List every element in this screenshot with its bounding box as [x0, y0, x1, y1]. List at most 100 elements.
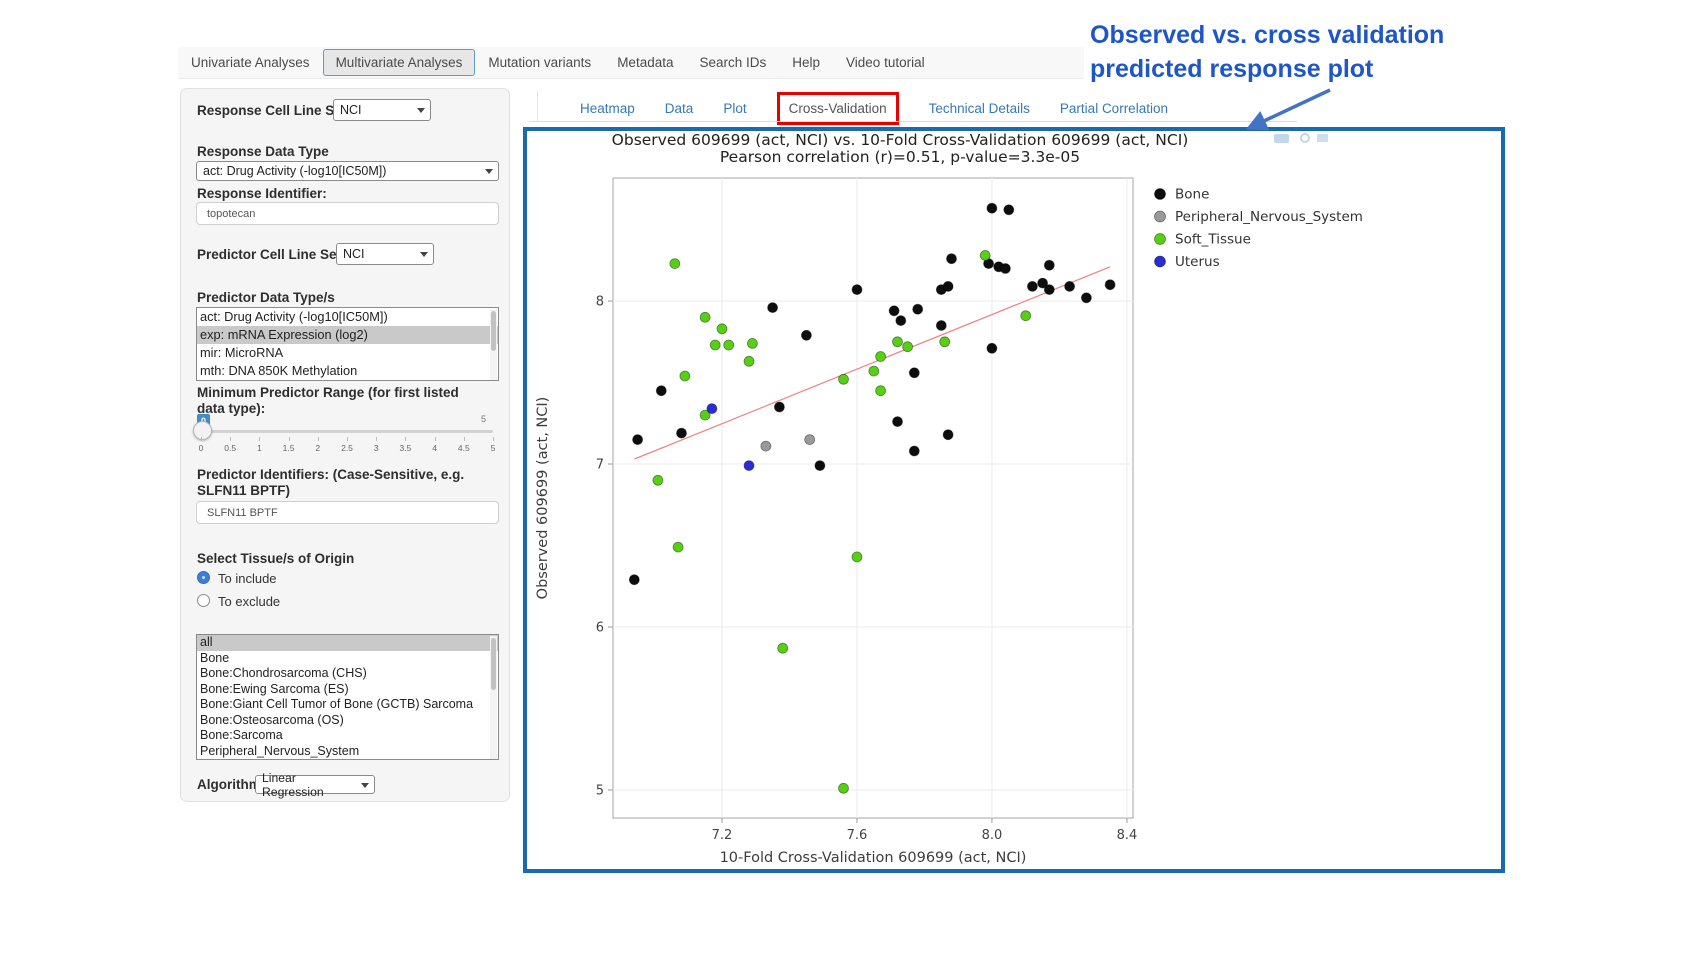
range-slider-track[interactable]: [201, 430, 493, 433]
slider-tick: [435, 437, 436, 441]
scatter-point-soft_tissue: [1021, 311, 1031, 321]
radio-to-include-label: To include: [218, 571, 277, 586]
list-item[interactable]: Bone:Ewing Sarcoma (ES): [197, 682, 498, 698]
y-tick-label: 8: [596, 295, 604, 310]
cross-validation-plot-panel: 7.27.68.08.45678Observed 609699 (act, NC…: [523, 127, 1505, 873]
response-cell-line-set-select[interactable]: NCI: [333, 99, 431, 121]
slider-tick-label: 1.5: [283, 443, 295, 453]
tissue-origin-label: Select Tissue/s of Origin: [197, 551, 354, 567]
annotation-line2: predicted response plot: [1090, 52, 1444, 86]
nav-tab-search-ids[interactable]: Search IDs: [686, 49, 779, 76]
list-item[interactable]: mir: MicroRNA: [197, 344, 498, 362]
annotation-line1: Observed vs. cross validation: [1090, 18, 1444, 52]
tab-partial-correlation[interactable]: Partial Correlation: [1060, 101, 1168, 116]
list-item[interactable]: all: [197, 635, 498, 651]
response-data-type-value: act: Drug Activity (-log10[IC50M]): [203, 164, 386, 178]
nav-tab-multivariate[interactable]: Multivariate Analyses: [323, 49, 476, 76]
legend-label: Uterus: [1175, 254, 1220, 270]
list-item[interactable]: Bone: [197, 651, 498, 667]
predictor-data-type-listbox[interactable]: act: Drug Activity (-log10[IC50M]) exp: …: [196, 307, 499, 381]
scatter-point-soft_tissue: [673, 542, 683, 552]
list-item[interactable]: exp: mRNA Expression (log2): [197, 326, 498, 344]
scatter-point-soft_tissue: [670, 259, 680, 269]
list-item[interactable]: Bone:Giant Cell Tumor of Bone (GCTB) Sar…: [197, 697, 498, 713]
y-tick-label: 7: [596, 458, 604, 473]
scatter-point-bone: [1000, 264, 1010, 274]
algorithm-select[interactable]: Linear Regression: [255, 775, 375, 794]
scrollbar[interactable]: [490, 309, 497, 381]
app-window: Univariate Analyses Multivariate Analyse…: [0, 0, 1700, 956]
tab-heatmap[interactable]: Heatmap: [580, 101, 635, 116]
predictor-cell-line-set-value: NCI: [343, 247, 365, 261]
scatter-point-bone: [768, 303, 778, 313]
chevron-down-icon: [420, 252, 428, 257]
slider-tick: [376, 437, 377, 441]
y-axis-label: Observed 609699 (act, NCI): [535, 397, 551, 600]
response-data-type-label: Response Data Type: [197, 144, 329, 160]
nav-tab-video-tutorial[interactable]: Video tutorial: [833, 49, 938, 76]
list-item[interactable]: act: Drug Activity (-log10[IC50M]): [197, 308, 498, 326]
list-item[interactable]: Bone:Chondrosarcoma (CHS): [197, 666, 498, 682]
range-slider-handle[interactable]: [193, 421, 212, 440]
tab-plot[interactable]: Plot: [723, 101, 746, 116]
scatter-point-soft_tissue: [778, 643, 788, 653]
slider-tick-label: 3.5: [399, 443, 411, 453]
slider-tick: [201, 437, 202, 441]
scrollbar[interactable]: [490, 636, 497, 760]
algorithm-value: Linear Regression: [262, 771, 356, 799]
scrollbar-thumb[interactable]: [491, 638, 496, 690]
chevron-down-icon: [485, 169, 493, 174]
predictor-identifiers-input[interactable]: [196, 501, 499, 524]
slider-max-label: 5: [481, 414, 486, 424]
slider-tick-label: 2.5: [341, 443, 353, 453]
list-item[interactable]: mth: DNA 850K Methylation: [197, 362, 498, 380]
response-identifier-input[interactable]: [196, 202, 499, 225]
response-cell-line-set-value: NCI: [340, 103, 362, 117]
tab-technical-details[interactable]: Technical Details: [929, 101, 1030, 116]
nav-tab-help[interactable]: Help: [779, 49, 833, 76]
slider-tick-label: 0: [199, 443, 204, 453]
tab-data[interactable]: Data: [665, 101, 694, 116]
nav-tab-mutation-variants[interactable]: Mutation variants: [475, 49, 604, 76]
predictor-cell-line-set-select[interactable]: NCI: [336, 243, 434, 265]
scatter-point-soft_tissue: [876, 352, 886, 362]
tissue-listbox[interactable]: all Bone Bone:Chondrosarcoma (CHS) Bone:…: [196, 634, 499, 760]
slider-tick: [347, 437, 348, 441]
response-data-type-select[interactable]: act: Drug Activity (-log10[IC50M]): [196, 161, 499, 181]
y-tick-label: 5: [596, 783, 604, 798]
algorithm-label: Algorithm: [197, 777, 261, 793]
scatter-point-bone: [987, 343, 997, 353]
scatter-point-soft_tissue: [747, 338, 757, 348]
scatter-point-bone: [1065, 281, 1075, 291]
nav-tab-univariate[interactable]: Univariate Analyses: [178, 49, 323, 76]
legend-swatch: [1155, 256, 1166, 267]
annotation-arrow-icon: [1225, 84, 1345, 138]
slider-tick: [464, 437, 465, 441]
annotation-text: Observed vs. cross validation predicted …: [1090, 18, 1444, 86]
scatter-point-bone: [896, 316, 906, 326]
scatter-point-soft_tissue: [893, 337, 903, 347]
list-item[interactable]: Peripheral_Nervous_System: [197, 744, 498, 760]
x-tick-label: 7.2: [712, 828, 733, 843]
control-sidebar: Response Cell Line Set NCI Response Data…: [180, 88, 510, 802]
plot-frame: [613, 178, 1133, 818]
scatter-point-bone: [1027, 281, 1037, 291]
tab-cross-validation[interactable]: Cross-Validation: [777, 92, 899, 125]
list-item[interactable]: Bone:Sarcoma: [197, 728, 498, 744]
scrollbar-thumb[interactable]: [491, 311, 496, 351]
scatter-point-bone: [1105, 280, 1115, 290]
chevron-down-icon: [361, 783, 369, 788]
scatter-point-soft_tissue: [852, 552, 862, 562]
scatter-point-soft_tissue: [700, 312, 710, 322]
list-item[interactable]: Bone:Osteosarcoma (OS): [197, 713, 498, 729]
nav-tab-metadata[interactable]: Metadata: [604, 49, 686, 76]
scatter-point-bone: [656, 386, 666, 396]
scatter-point-bone: [893, 417, 903, 427]
slider-tick-label: 4.5: [458, 443, 470, 453]
slider-tick-label: 5: [491, 443, 496, 453]
radio-to-exclude[interactable]: [197, 594, 210, 607]
x-tick-label: 8.4: [1117, 828, 1138, 843]
radio-to-include[interactable]: [197, 571, 210, 584]
scatter-plot: 7.27.68.08.45678Observed 609699 (act, NC…: [527, 131, 1501, 869]
slider-tick: [493, 437, 494, 441]
